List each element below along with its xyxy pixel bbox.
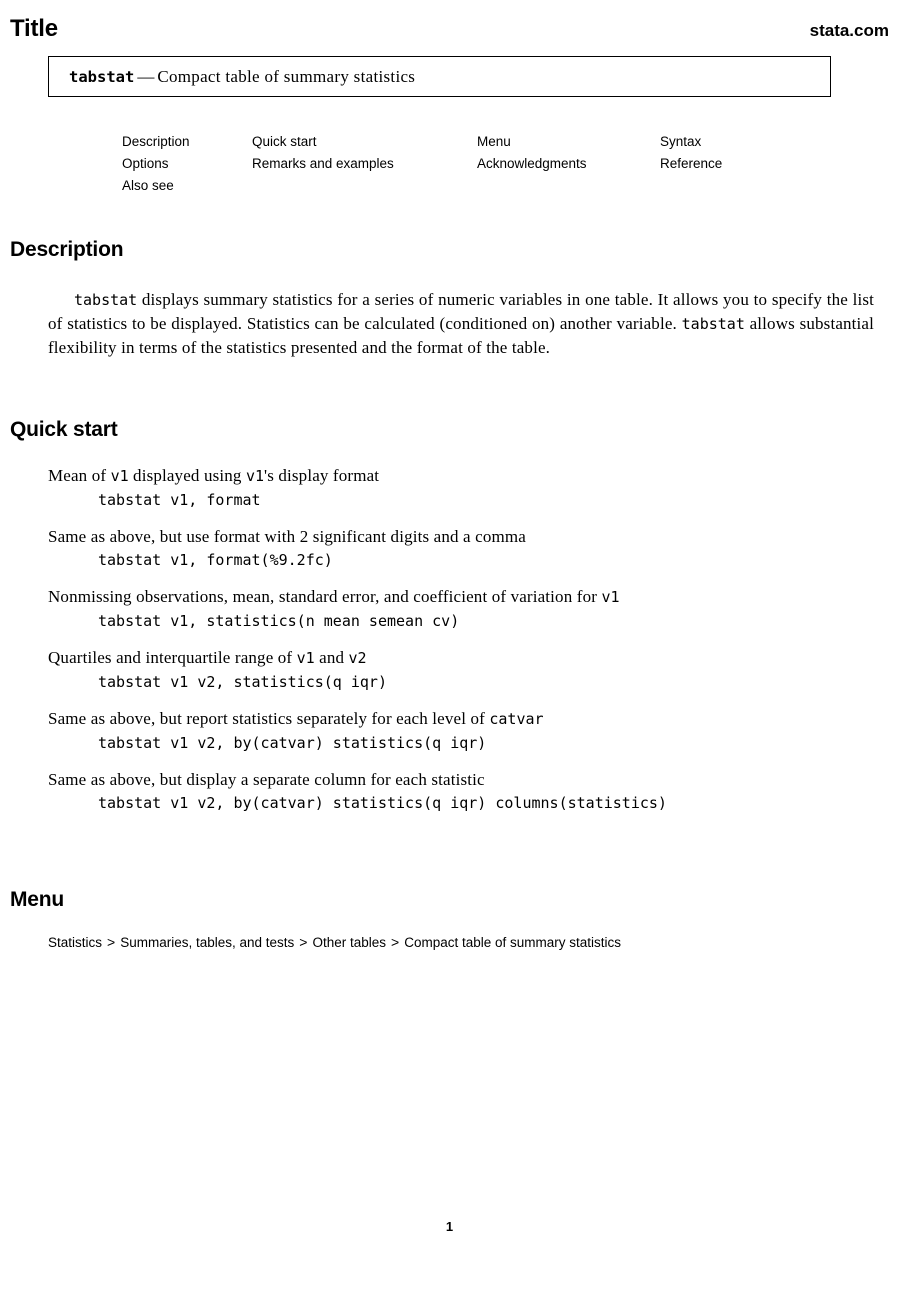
- inline-code: v1: [601, 588, 620, 606]
- quick-start-command: tabstat v1, statistics(n mean semean cv): [98, 612, 460, 630]
- inline-code: tabstat: [74, 291, 138, 309]
- nav-link-remarks-and-examples[interactable]: Remarks and examples: [252, 153, 477, 175]
- inline-text: Same as above, but report statistics sep…: [48, 709, 490, 728]
- command-description: Compact table of summary statistics: [157, 66, 416, 86]
- page-header: Title stata.com: [10, 16, 889, 46]
- inline-text: Same as above, but use format with 2 sig…: [48, 527, 526, 546]
- nav-row: Options Remarks and examples Acknowledgm…: [122, 153, 822, 175]
- section-heading-description: Description: [10, 238, 124, 261]
- inline-code: catvar: [489, 710, 544, 728]
- menu-step[interactable]: Compact table of summary statistics: [404, 935, 621, 950]
- nav-row: Description Quick start Menu Syntax: [122, 131, 822, 153]
- site-brand: stata.com: [809, 21, 889, 40]
- menu-step[interactable]: Summaries, tables, and tests: [120, 935, 294, 950]
- quick-start-command: tabstat v1 v2, statistics(q iqr): [98, 673, 387, 691]
- quick-start-command: tabstat v1 v2, by(catvar) statistics(q i…: [98, 794, 667, 812]
- quick-start-description: Quartiles and interquartile range of v1 …: [48, 646, 868, 670]
- quick-start-description: Same as above, but display a separate co…: [48, 768, 868, 791]
- menu-separator-icon: >: [107, 934, 116, 950]
- menu-step[interactable]: Other tables: [312, 935, 386, 950]
- description-paragraph: tabstat displays summary statistics for …: [48, 288, 874, 359]
- nav-row: Also see: [122, 175, 822, 197]
- inline-code: v1: [110, 467, 129, 485]
- nav-link-empty: [477, 175, 660, 197]
- inline-code: tabstat: [681, 315, 745, 333]
- quick-start-description: Nonmissing observations, mean, standard …: [48, 585, 868, 609]
- nav-link-options[interactable]: Options: [122, 153, 252, 175]
- nav-link-empty: [252, 175, 477, 197]
- nav-link-syntax[interactable]: Syntax: [660, 131, 820, 153]
- section-link-grid: Description Quick start Menu Syntax Opti…: [122, 131, 822, 197]
- menu-separator-icon: >: [299, 934, 308, 950]
- section-heading-menu: Menu: [10, 888, 65, 911]
- quick-start-command: tabstat v1 v2, by(catvar) statistics(q i…: [98, 734, 487, 752]
- inline-text: displayed using: [128, 466, 246, 485]
- section-heading-quick-start: Quick start: [10, 418, 118, 441]
- nav-link-quick-start[interactable]: Quick start: [252, 131, 477, 153]
- command-name: tabstat: [69, 67, 135, 86]
- inline-code: v2: [348, 649, 367, 667]
- quick-start-entry: Mean of v1 displayed using v1's display …: [48, 464, 868, 513]
- quick-start-entry: Same as above, but report statistics sep…: [48, 707, 868, 756]
- nav-link-acknowledgments[interactable]: Acknowledgments: [477, 153, 660, 175]
- menu-step[interactable]: Statistics: [48, 935, 102, 950]
- inline-text: 's display format: [264, 466, 380, 485]
- command-title-box: tabstat — Compact table of summary statist…: [48, 56, 831, 97]
- page-title: Title: [10, 15, 58, 42]
- inline-text: and: [314, 648, 349, 667]
- inline-text: Quartiles and interquartile range of: [48, 648, 297, 667]
- inline-text: Mean of: [48, 466, 111, 485]
- quick-start-entry: Same as above, but use format with 2 sig…: [48, 525, 868, 573]
- nav-link-menu[interactable]: Menu: [477, 131, 660, 153]
- quick-start-entry: Quartiles and interquartile range of v1 …: [48, 646, 868, 695]
- quick-start-list: Mean of v1 displayed using v1's display …: [48, 464, 868, 828]
- quick-start-command: tabstat v1, format(%9.2fc): [98, 551, 333, 569]
- inline-text: Nonmissing observations, mean, standard …: [48, 587, 602, 606]
- nav-link-also-see[interactable]: Also see: [122, 175, 252, 197]
- inline-code: v1: [296, 649, 315, 667]
- nav-link-description[interactable]: Description: [122, 131, 252, 153]
- quick-start-command: tabstat v1, format: [98, 491, 261, 509]
- nav-link-reference[interactable]: Reference: [660, 153, 820, 175]
- inline-code: v1: [245, 467, 264, 485]
- quick-start-entry: Same as above, but display a separate co…: [48, 768, 868, 816]
- quick-start-description: Same as above, but report statistics sep…: [48, 707, 868, 731]
- menu-separator-icon: >: [391, 934, 400, 950]
- quick-start-entry: Nonmissing observations, mean, standard …: [48, 585, 868, 634]
- em-dash: —: [137, 66, 155, 86]
- inline-text: Same as above, but display a separate co…: [48, 770, 485, 789]
- nav-link-empty: [660, 175, 820, 197]
- page-number: 1: [445, 1219, 454, 1234]
- document-page: Title stata.com tabstat — Compact table of…: [0, 0, 899, 1315]
- menu-breadcrumb: Statistics > Summaries, tables, and tests >…: [48, 933, 621, 952]
- command-title-text: tabstat — Compact table of summary statist…: [49, 67, 415, 87]
- quick-start-description: Same as above, but use format with 2 sig…: [48, 525, 868, 548]
- quick-start-description: Mean of v1 displayed using v1's display …: [48, 464, 868, 488]
